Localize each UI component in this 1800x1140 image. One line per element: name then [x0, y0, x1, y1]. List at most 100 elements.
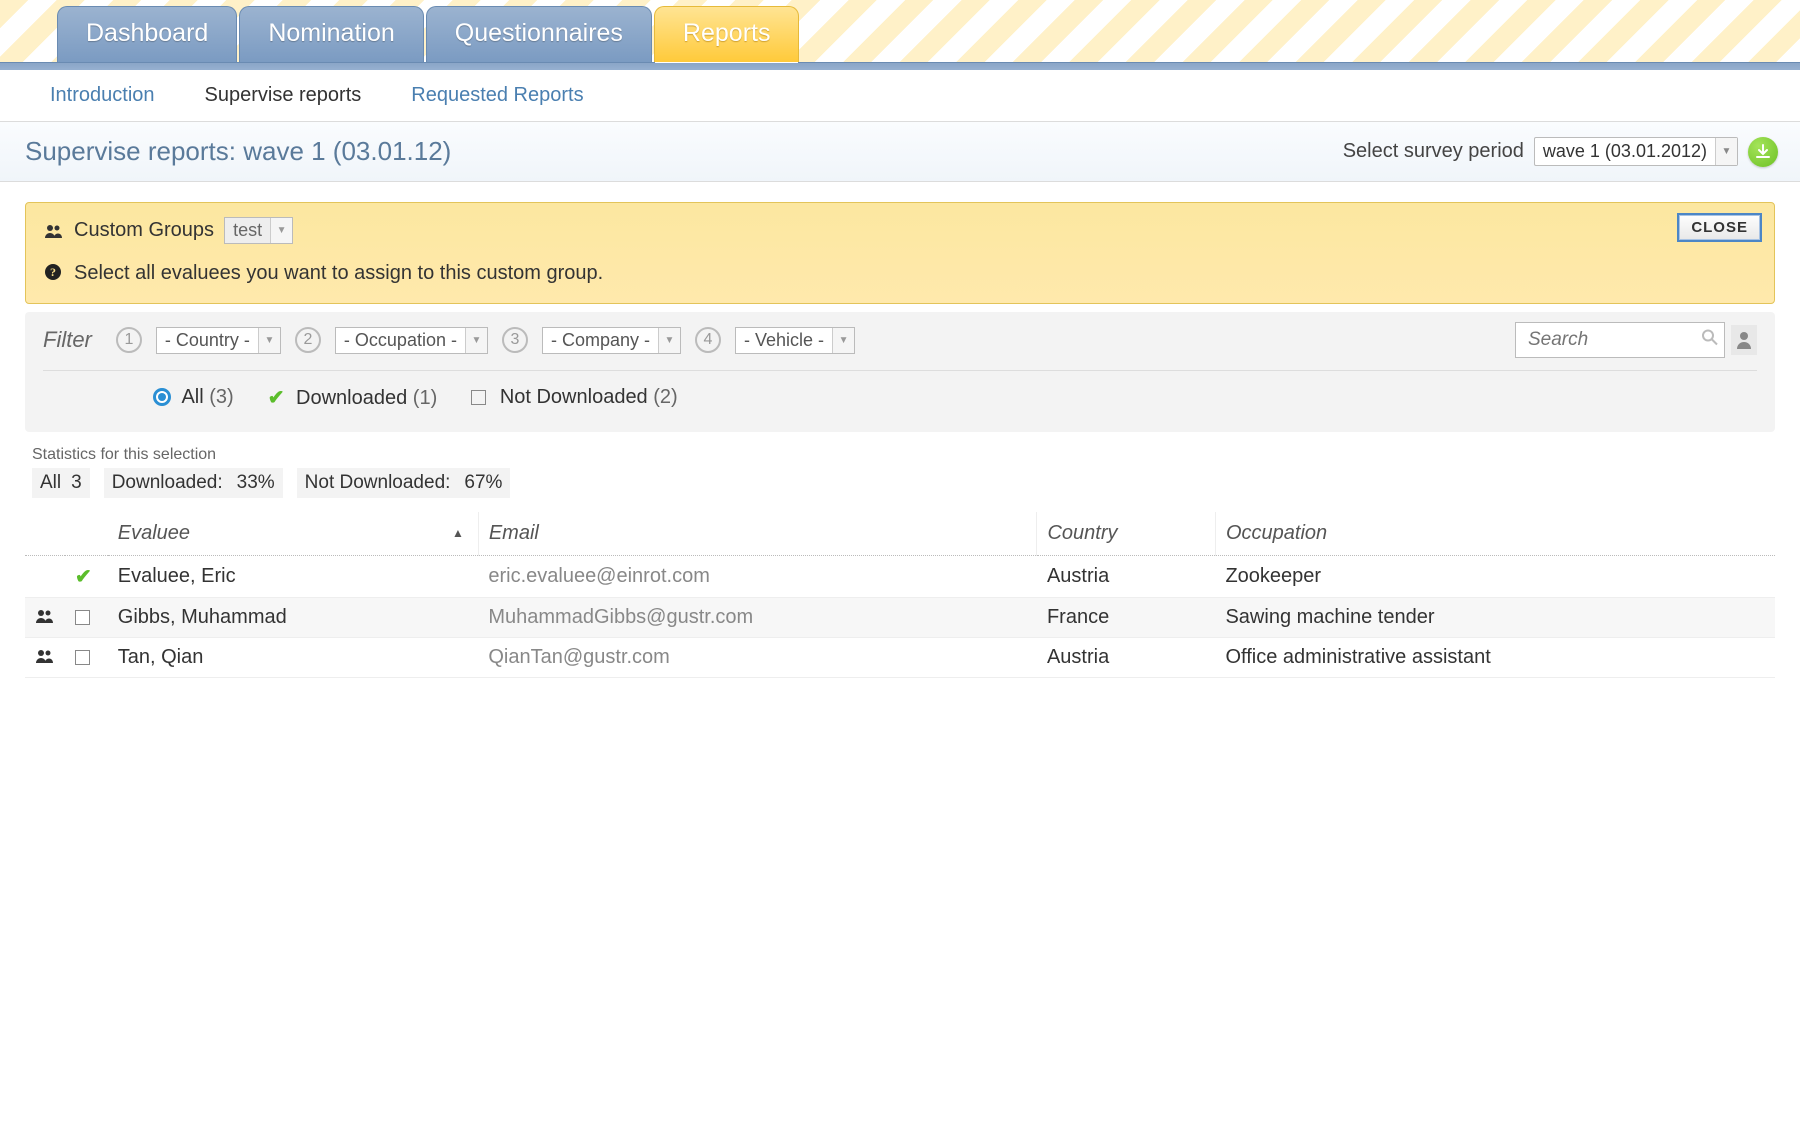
subnav-introduction[interactable]: Introduction — [50, 84, 155, 107]
info-icon: ? — [44, 262, 62, 285]
sort-asc-icon: ▲ — [452, 526, 464, 540]
chevron-down-icon: ▼ — [832, 328, 854, 353]
download-button[interactable] — [1748, 137, 1778, 167]
filter-notdownloaded-count: (2) — [653, 386, 677, 408]
col-evaluee-label: Evaluee — [118, 522, 190, 544]
chevron-down-icon: ▼ — [1715, 138, 1737, 165]
search-input[interactable] — [1515, 322, 1725, 358]
custom-group-value: test — [225, 218, 270, 243]
stat-all: All 3 — [32, 468, 90, 498]
stat-notdownloaded-label: Not Downloaded: — [305, 472, 451, 494]
close-button[interactable]: CLOSE — [1677, 213, 1762, 242]
checkbox-empty-icon — [75, 610, 90, 625]
cell-occupation: Office administrative assistant — [1215, 638, 1775, 678]
filter-all-label: All — [181, 386, 203, 408]
main-nav-tabs: Dashboard Nomination Questionnaires Repo… — [57, 6, 801, 62]
filter-occupation-value: - Occupation - — [336, 328, 465, 353]
stat-downloaded: Downloaded: 33% — [104, 468, 283, 498]
custom-group-instruction: Select all evaluees you want to assign t… — [74, 262, 603, 285]
row-group-icon — [25, 598, 65, 638]
cell-country: France — [1037, 598, 1216, 638]
filter-step-2: 2 — [295, 327, 321, 353]
checkbox-empty-icon — [75, 650, 90, 665]
survey-period-value: wave 1 (03.01.2012) — [1535, 138, 1715, 165]
filter-step-4: 4 — [695, 327, 721, 353]
cell-country: Austria — [1037, 556, 1216, 598]
filter-downloaded-count: (1) — [413, 387, 437, 409]
checkbox-empty-icon — [471, 390, 486, 405]
stat-downloaded-label: Downloaded: — [112, 472, 223, 494]
table-row[interactable]: ✔Evaluee, Ericeric.evaluee@einrot.comAus… — [25, 556, 1775, 598]
radio-selected-icon — [153, 388, 171, 406]
filter-status-not-downloaded[interactable]: Not Downloaded (2) — [471, 386, 677, 409]
row-group-icon — [25, 556, 65, 598]
filter-country-value: - Country - — [157, 328, 258, 353]
row-status[interactable] — [65, 598, 108, 638]
filter-step-3: 3 — [502, 327, 528, 353]
col-occupation[interactable]: Occupation — [1215, 512, 1775, 556]
subnav-requested-reports[interactable]: Requested Reports — [411, 84, 583, 107]
cell-email: MuhammadGibbs@gustr.com — [478, 598, 1037, 638]
table-row[interactable]: Tan, QianQianTan@gustr.comAustriaOffice … — [25, 638, 1775, 678]
people-icon — [35, 609, 55, 623]
row-group-icon — [25, 638, 65, 678]
tab-nomination[interactable]: Nomination — [239, 6, 423, 62]
stat-not-downloaded: Not Downloaded: 67% — [297, 468, 511, 498]
cell-occupation: Sawing machine tender — [1215, 598, 1775, 638]
tab-questionnaires[interactable]: Questionnaires — [426, 6, 652, 62]
cell-country: Austria — [1037, 638, 1216, 678]
stats-chips: All 3 Downloaded: 33% Not Downloaded: 67… — [32, 468, 1800, 498]
row-status[interactable]: ✔ — [65, 556, 108, 598]
download-icon — [1755, 144, 1771, 160]
filter-vehicle-select[interactable]: - Vehicle - ▼ — [735, 327, 855, 354]
tab-reports[interactable]: Reports — [654, 6, 800, 62]
survey-period-select[interactable]: wave 1 (03.01.2012) ▼ — [1534, 137, 1738, 166]
people-icon — [35, 649, 55, 663]
col-country[interactable]: Country — [1037, 512, 1216, 556]
row-status[interactable] — [65, 638, 108, 678]
filter-downloaded-label: Downloaded — [296, 387, 407, 409]
chevron-down-icon: ▼ — [658, 328, 680, 353]
stat-notdownloaded-pct: 67% — [464, 472, 502, 494]
cell-evaluee: Tan, Qian — [108, 638, 479, 678]
custom-group-panel: CLOSE Custom Groups test ▼ ? Select all … — [25, 202, 1775, 304]
filter-step-1: 1 — [116, 327, 142, 353]
chevron-down-icon: ▼ — [270, 218, 292, 243]
check-icon: ✔ — [268, 385, 285, 410]
tab-underline — [0, 62, 1800, 70]
filter-bar: Filter 1 - Country - ▼ 2 - Occupation - … — [25, 312, 1775, 432]
filter-label: Filter — [43, 327, 92, 353]
filter-status-downloaded[interactable]: ✔ Downloaded (1) — [268, 385, 438, 410]
cell-occupation: Zookeeper — [1215, 556, 1775, 598]
table-row[interactable]: Gibbs, MuhammadMuhammadGibbs@gustr.comFr… — [25, 598, 1775, 638]
stat-all-value: 3 — [71, 472, 82, 494]
stats-heading: Statistics for this selection — [32, 446, 1800, 464]
people-icon — [44, 219, 64, 242]
stat-all-label: All — [40, 472, 61, 494]
filter-vehicle-value: - Vehicle - — [736, 328, 832, 353]
cell-evaluee: Gibbs, Muhammad — [108, 598, 479, 638]
filter-all-count: (3) — [209, 386, 233, 408]
user-filter-icon[interactable] — [1731, 325, 1757, 355]
stat-downloaded-pct: 33% — [237, 472, 275, 494]
filter-company-value: - Company - — [543, 328, 658, 353]
col-email[interactable]: Email — [478, 512, 1037, 556]
filter-company-select[interactable]: - Company - ▼ — [542, 327, 681, 354]
tab-dashboard[interactable]: Dashboard — [57, 6, 237, 62]
col-evaluee[interactable]: Evaluee ▲ — [108, 512, 479, 556]
survey-period-label: Select survey period — [1343, 140, 1524, 163]
filter-status-all[interactable]: All (3) — [153, 386, 234, 409]
svg-text:?: ? — [50, 265, 56, 279]
filter-country-select[interactable]: - Country - ▼ — [156, 327, 281, 354]
filter-notdownloaded-label: Not Downloaded — [500, 386, 648, 408]
cell-email: QianTan@gustr.com — [478, 638, 1037, 678]
custom-groups-label: Custom Groups — [74, 219, 214, 242]
chevron-down-icon: ▼ — [465, 328, 487, 353]
chevron-down-icon: ▼ — [258, 328, 280, 353]
sub-nav: Introduction Supervise reports Requested… — [0, 70, 1800, 122]
custom-group-select[interactable]: test ▼ — [224, 217, 293, 244]
cell-email: eric.evaluee@einrot.com — [478, 556, 1037, 598]
subnav-supervise-reports[interactable]: Supervise reports — [205, 84, 362, 107]
evaluee-table: Evaluee ▲ Email Country Occupation ✔Eval… — [25, 512, 1775, 678]
filter-occupation-select[interactable]: - Occupation - ▼ — [335, 327, 488, 354]
